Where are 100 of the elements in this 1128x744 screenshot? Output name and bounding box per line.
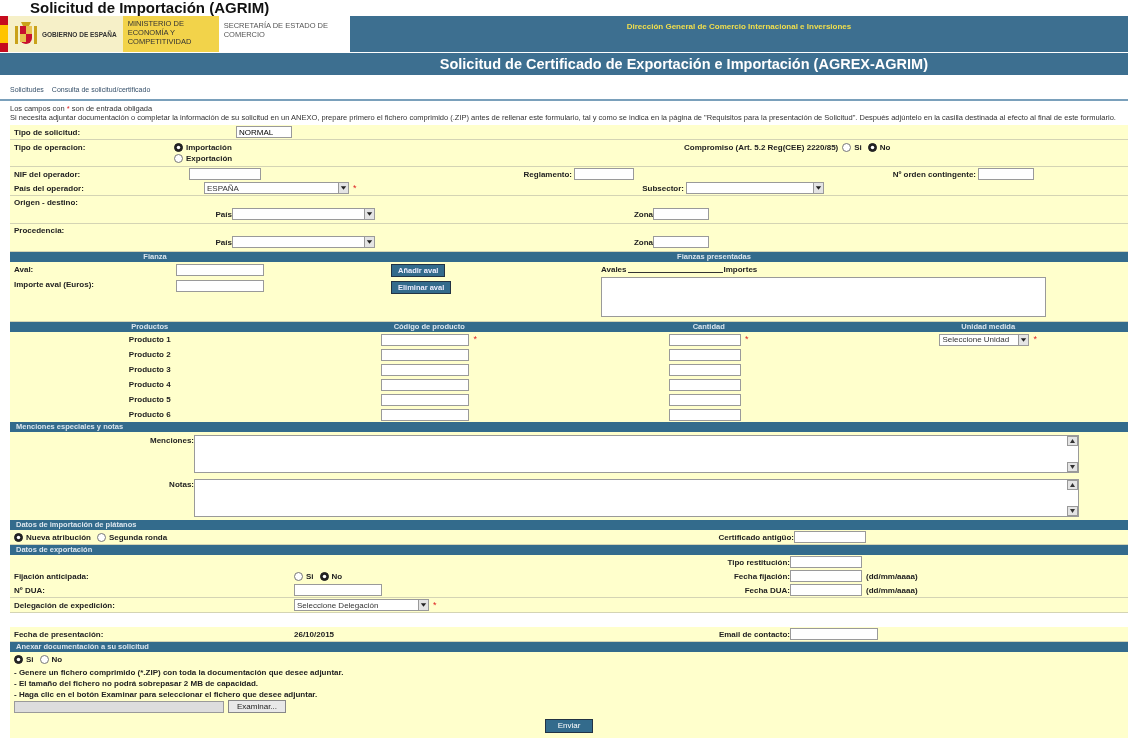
field-label: Zona <box>633 236 653 248</box>
field-label: Reglamento: <box>523 168 572 180</box>
input-field[interactable] <box>381 408 470 421</box>
input-field[interactable] <box>574 168 634 180</box>
input-field[interactable] <box>668 378 741 391</box>
radio-button[interactable] <box>842 143 852 152</box>
input-field[interactable] <box>381 363 470 376</box>
input-field[interactable] <box>381 333 470 346</box>
input-field[interactable] <box>668 363 741 376</box>
field-label: Procedencia: <box>14 225 66 236</box>
input-field[interactable] <box>381 378 470 391</box>
scroll-up-icon[interactable] <box>1067 436 1078 446</box>
field-label: Importe aval (Euros): <box>14 279 95 290</box>
radio-button[interactable] <box>39 655 49 664</box>
required-mark: * <box>353 182 357 194</box>
radio-button[interactable] <box>14 655 23 664</box>
input-field[interactable] <box>669 333 741 346</box>
required-mark: * <box>433 599 437 611</box>
file-path-field[interactable] <box>14 700 224 713</box>
option-label[interactable]: Segunda ronda <box>108 531 168 543</box>
option-label[interactable]: No <box>879 142 891 153</box>
field-label: Importes <box>723 264 758 275</box>
input-field[interactable] <box>176 264 264 276</box>
input-field[interactable] <box>176 280 264 292</box>
input-field[interactable] <box>790 570 862 582</box>
option-label[interactable]: Exportación <box>186 153 233 164</box>
field-label: Tipo de operacion: <box>14 142 87 153</box>
option-label[interactable]: No <box>51 654 63 665</box>
input-field[interactable] <box>668 348 741 361</box>
scroll-down-icon[interactable] <box>1067 506 1078 516</box>
field-label: Tipo de solicitud: <box>14 126 82 138</box>
field-label: Fijación anticipada: <box>14 570 90 582</box>
field-label: Notas: <box>169 479 194 490</box>
input-field[interactable] <box>653 208 709 220</box>
directorate-name: Dirección General de Comercio Internacional e Inversiones <box>625 21 853 33</box>
required-mark: * <box>473 334 477 345</box>
input-field[interactable] <box>668 393 741 406</box>
input-field[interactable]: NORMAL <box>236 126 292 138</box>
dropdown[interactable]: Seleccione Delegación <box>294 599 429 611</box>
input-field[interactable] <box>653 236 709 248</box>
page-heading: Solicitud de Importación (AGRIM) <box>29 0 271 16</box>
dropdown[interactable]: Seleccione Unidad <box>939 333 1030 346</box>
field-label: NIF del operador: <box>14 168 82 180</box>
dropdown[interactable] <box>232 236 375 248</box>
input-field[interactable] <box>978 168 1034 180</box>
field-label: Producto 4 <box>128 380 171 389</box>
option-label[interactable]: No <box>331 570 343 582</box>
field-label: Fecha fijación: <box>734 570 790 582</box>
dropdown[interactable]: ESPAÑA <box>204 182 349 194</box>
field-label: Producto 5 <box>128 395 171 404</box>
date-format-hint: (dd/mm/aaaa) <box>866 570 919 582</box>
input-field[interactable] <box>381 348 470 361</box>
field-label: Avales <box>601 264 627 275</box>
radio-button[interactable] <box>867 143 877 152</box>
field-label: Producto 2 <box>128 350 171 359</box>
option-label[interactable]: Si <box>306 570 314 582</box>
input-field[interactable] <box>294 584 382 596</box>
input-field[interactable] <box>668 408 741 421</box>
caret-icon <box>1018 334 1029 345</box>
field-label: Nº orden contingente: <box>892 168 976 180</box>
option-label[interactable]: Nueva atribución <box>26 531 91 543</box>
field-label: País <box>215 208 232 220</box>
radio-button[interactable] <box>294 571 303 581</box>
radio-button[interactable] <box>174 143 183 152</box>
input-field[interactable] <box>381 393 470 406</box>
field-label: Aval: <box>14 264 35 275</box>
submit-button[interactable]: Enviar <box>544 719 594 733</box>
instruction-text: - El tamaño del fichero no podrá sobrepasar 2 MB de capacidad. <box>14 678 260 689</box>
field-label: País <box>215 236 232 248</box>
option-label[interactable]: Si <box>26 654 34 665</box>
input-field[interactable] <box>790 584 862 596</box>
radio-button[interactable] <box>319 571 329 581</box>
flag-stripe <box>0 16 8 52</box>
scroll-down-icon[interactable] <box>1067 462 1078 472</box>
field-label: Producto 1 <box>128 335 171 344</box>
dropdown[interactable] <box>232 208 375 220</box>
caret-icon <box>364 209 374 219</box>
input-field[interactable] <box>189 168 261 180</box>
radio-button[interactable] <box>14 532 23 542</box>
field-label: Email de contacto: <box>718 628 790 640</box>
field-label: Fecha de presentación: <box>14 628 105 640</box>
input-field[interactable] <box>794 531 866 543</box>
option-label[interactable]: Importación <box>186 142 232 153</box>
required-mark: * <box>1033 334 1037 345</box>
dropdown[interactable] <box>686 182 824 194</box>
caret-icon <box>813 183 823 193</box>
field-label: Fecha DUA: <box>744 584 790 596</box>
caret-icon <box>364 237 374 247</box>
radio-button[interactable] <box>96 532 106 542</box>
avales-list[interactable] <box>601 277 1046 317</box>
scroll-up-icon[interactable] <box>1067 480 1078 490</box>
input-field[interactable] <box>790 556 862 568</box>
radio-button[interactable] <box>174 154 183 163</box>
field-label: Tipo restitución: <box>727 556 790 568</box>
input-field[interactable] <box>790 628 878 640</box>
browse-button[interactable]: Examinar... <box>228 700 286 713</box>
field-label: Certificado antigüo: <box>718 531 794 543</box>
field-label: Nº DUA: <box>14 584 46 596</box>
field-label: Compromiso (Art. 5.2 Reg(CEE) 2220/85) <box>684 142 839 153</box>
option-label[interactable]: Si <box>854 142 862 153</box>
